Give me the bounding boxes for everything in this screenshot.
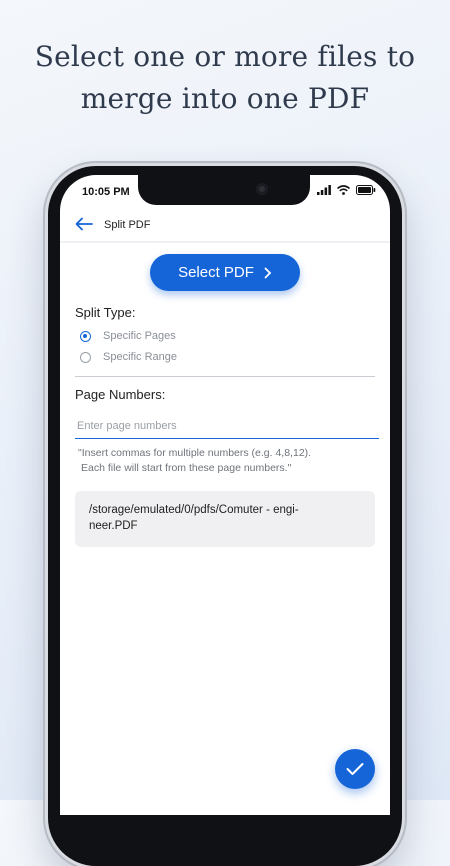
radio-specific-range[interactable]: Specific Range [80,351,177,363]
radio-unselected-icon[interactable] [80,351,91,363]
promo-headline: Select one or more files to merge into o… [0,36,450,120]
confirm-fab-button[interactable] [335,749,375,789]
signal-icon [317,185,331,195]
hint-line-2: Each file will start from these page num… [81,462,292,474]
battery-icon [356,185,376,195]
wifi-icon [337,185,350,195]
phone-notch [138,175,310,205]
app-bar: Split PDF [60,211,390,243]
select-pdf-button[interactable]: Select PDF [150,254,300,291]
divider [75,376,375,377]
radio-selected-icon[interactable] [80,330,91,342]
headline-line-2: merge into one PDF [80,82,370,115]
page-title: Split PDF [104,219,151,231]
chevron-right-icon [264,267,272,278]
status-icons [317,185,376,195]
headline-line-1: Select one or more files to [34,40,416,73]
file-path-line-1: /storage/emulated/0/pdfs/Comuter - engi- [89,504,299,516]
check-icon [346,763,364,775]
page-numbers-hint: "Insert commas for multiple numbers (e.g… [78,446,378,476]
hint-line-1: "Insert commas for multiple numbers (e.g… [78,447,312,459]
radio-label: Specific Pages [103,330,176,342]
split-type-label: Split Type: [75,305,136,320]
select-pdf-label: Select PDF [178,264,254,281]
camera-icon [256,183,268,195]
file-path-line-2: neer.PDF [89,520,138,532]
page-numbers-input[interactable] [75,414,379,439]
radio-specific-pages[interactable]: Specific Pages [80,330,176,342]
selected-file-card[interactable]: /storage/emulated/0/pdfs/Comuter - engi-… [75,491,375,547]
radio-label: Specific Range [103,351,177,363]
status-time: 10:05 PM [82,186,130,198]
app-screen: 10:05 PM Split PDF Select PDF Split Type… [60,175,390,815]
page-numbers-label: Page Numbers: [75,387,166,402]
arrow-left-icon[interactable] [74,215,94,233]
